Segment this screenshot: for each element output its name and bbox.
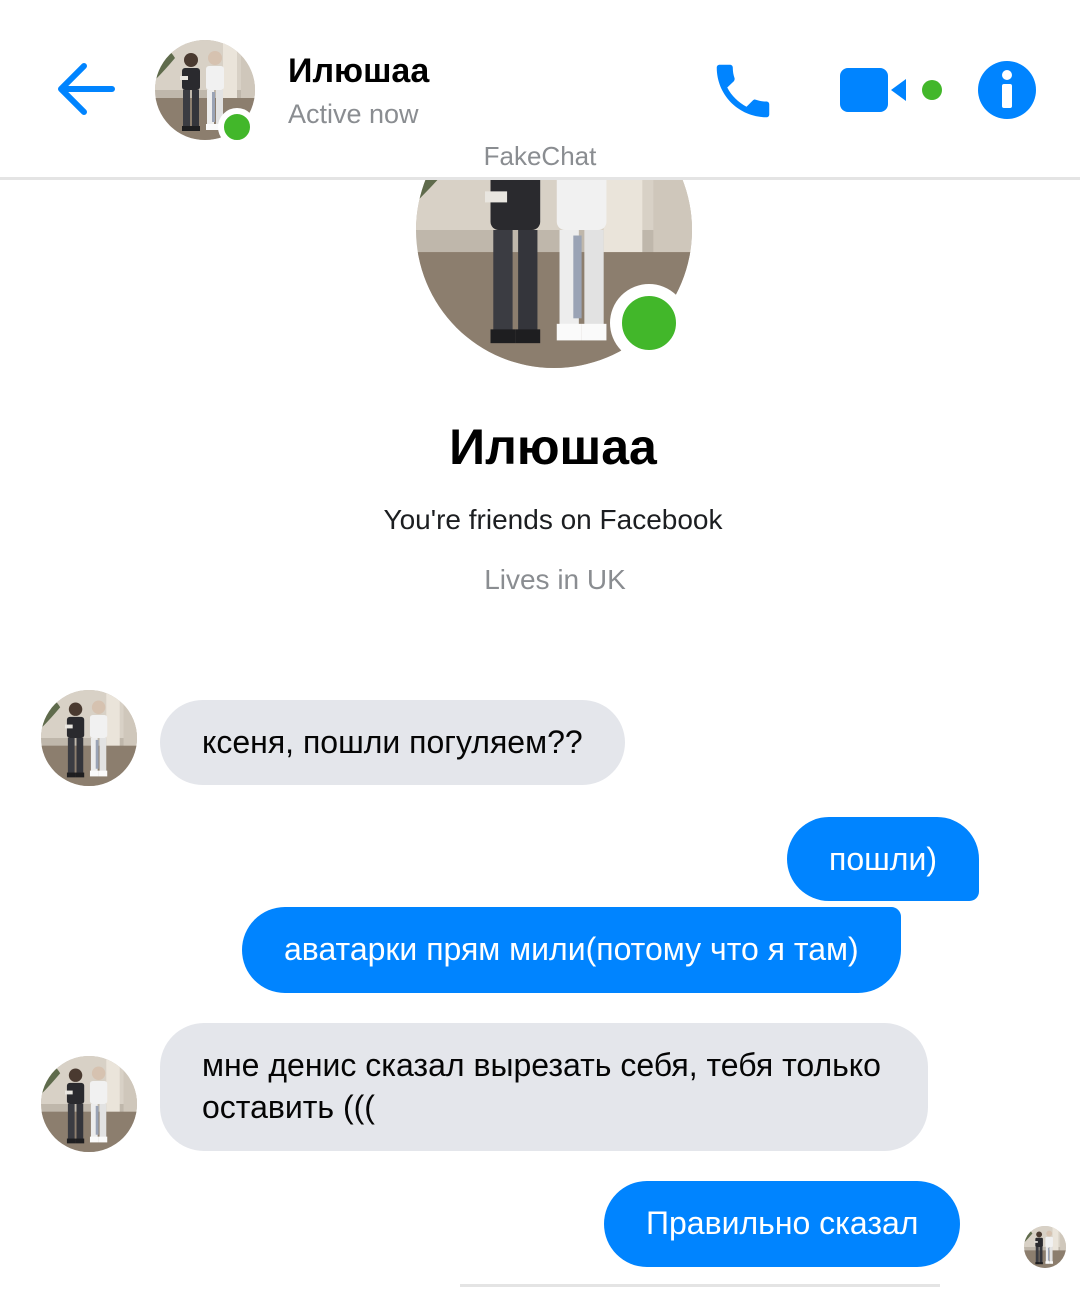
profile-name: Илюшаа: [449, 419, 657, 475]
video-camera-icon: [840, 68, 942, 112]
video-call-button[interactable]: [836, 60, 948, 120]
incoming-message[interactable]: мне денис сказал вырезать себя, тебя тол…: [160, 1023, 928, 1151]
friends-status: You're friends on Facebook: [383, 504, 723, 535]
phone-icon: [716, 64, 770, 118]
back-arrow-icon: [58, 63, 115, 115]
incoming-message[interactable]: ксеня, пошли погуляем??: [160, 700, 625, 785]
sender-avatar[interactable]: [41, 1056, 137, 1152]
composer-divider: [460, 1284, 940, 1287]
voice-call-button[interactable]: [706, 54, 780, 128]
contact-name[interactable]: Илюшаа: [288, 52, 429, 91]
contact-status: Active now: [288, 99, 419, 129]
outgoing-message[interactable]: пошли): [787, 817, 979, 901]
watermark-label: FakeChat: [483, 141, 597, 171]
back-button[interactable]: [52, 56, 118, 122]
sender-photo: [41, 690, 137, 786]
profile-online-indicator: [610, 284, 688, 362]
sender-avatar[interactable]: [41, 690, 137, 786]
location-info: Lives in UK: [484, 564, 626, 595]
seen-receipt-photo: [1024, 1226, 1066, 1268]
info-icon: [978, 61, 1036, 119]
info-button[interactable]: [975, 58, 1039, 122]
chat-screen: Илюшаа Active now FakeChat Илюшаа You're…: [0, 0, 1080, 1290]
sender-photo: [41, 1056, 137, 1152]
outgoing-message[interactable]: Правильно сказал: [604, 1181, 961, 1267]
outgoing-message[interactable]: аватарки прям мили(потому что я там): [242, 907, 901, 993]
chat-header: Илюшаа Active now FakeChat: [0, 0, 1080, 180]
seen-receipt-avatar: [1024, 1226, 1066, 1268]
